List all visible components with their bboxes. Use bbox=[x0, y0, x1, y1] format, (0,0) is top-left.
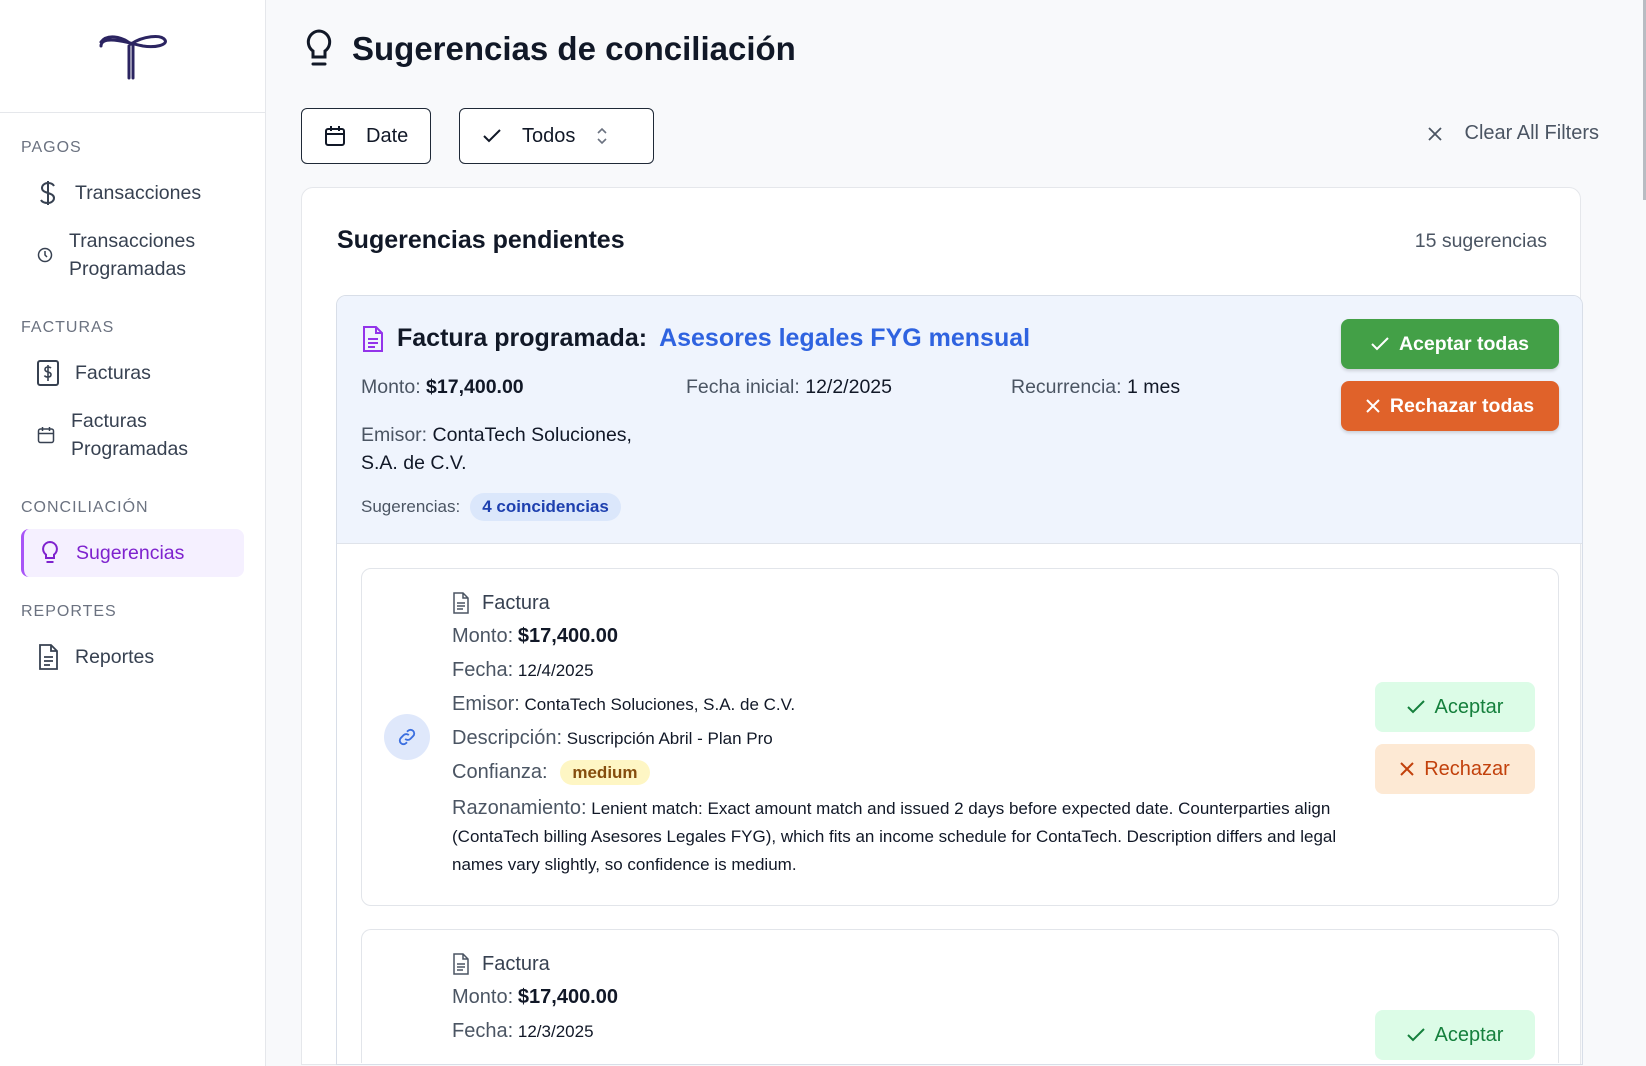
group-header: Factura programada: Asesores legales FYG… bbox=[337, 296, 1582, 544]
suggestion-fecha: Fecha: 12/3/2025 bbox=[452, 1020, 594, 1042]
main-content: Sugerencias de conciliación Date Todos C… bbox=[266, 0, 1646, 1066]
clear-all-filters-button[interactable]: Clear All Filters bbox=[1427, 122, 1599, 145]
section-reportes: REPORTES bbox=[21, 603, 117, 620]
reject-all-button[interactable]: Rechazar todas bbox=[1341, 381, 1559, 431]
sidebar-item-label: Reportes bbox=[75, 646, 155, 668]
logo[interactable] bbox=[0, 0, 265, 113]
sidebar-item-label: Transacciones bbox=[75, 182, 202, 204]
suggestion-descripcion: Descripción: Suscripción Abril - Plan Pr… bbox=[452, 727, 773, 749]
date-filter-label: Date bbox=[366, 124, 409, 147]
document-icon bbox=[453, 592, 469, 614]
sidebar-item-label: Facturas Programadas bbox=[71, 410, 189, 460]
close-icon bbox=[1400, 762, 1414, 776]
clock-icon bbox=[37, 247, 53, 263]
document-icon bbox=[39, 644, 58, 670]
reject-button[interactable]: Rechazar bbox=[1375, 744, 1535, 794]
sidebar-item-facturas-programadas[interactable]: Facturas Programadas bbox=[21, 397, 244, 473]
page-title-text: Sugerencias de conciliación bbox=[352, 30, 796, 67]
check-icon bbox=[1406, 700, 1425, 714]
suggestions-panel: Sugerencias pendientes 15 sugerencias Fa… bbox=[301, 187, 1583, 1065]
confidence-badge: medium bbox=[560, 760, 650, 785]
accept-button[interactable]: Aceptar bbox=[1375, 1010, 1535, 1060]
status-filter-label: Todos bbox=[522, 124, 576, 147]
date-filter-button[interactable]: Date bbox=[301, 108, 432, 164]
sidebar-item-transacciones-programadas[interactable]: Transacciones Programadas bbox=[21, 217, 244, 293]
check-icon bbox=[483, 129, 501, 143]
suggestion-confianza: Confianza: medium bbox=[452, 760, 1358, 785]
reject-all-label: Rechazar todas bbox=[1389, 394, 1535, 417]
scheduled-invoice-group: Factura programada: Asesores legales FYG… bbox=[336, 295, 1583, 1065]
accept-button[interactable]: Aceptar bbox=[1375, 682, 1535, 732]
group-recurrencia: Recurrencia: 1 mes bbox=[1011, 376, 1181, 398]
group-title-prefix: Factura programada: bbox=[397, 324, 648, 352]
sidebar-item-label: Sugerencias bbox=[76, 542, 185, 564]
accept-all-button[interactable]: Aceptar todas bbox=[1341, 319, 1559, 369]
suggestion-card: Factura Monto: $17,400.00 Fecha: 12/4/20… bbox=[361, 568, 1559, 906]
invoice-dollar-icon bbox=[37, 360, 59, 386]
section-conciliacion: CONCILIACIÓN bbox=[21, 499, 149, 516]
sidebar-item-reportes[interactable]: Reportes bbox=[21, 633, 244, 681]
suggestion-type: Factura bbox=[452, 591, 1358, 615]
dollar-icon bbox=[40, 181, 56, 205]
check-icon bbox=[1371, 337, 1389, 351]
close-icon bbox=[1427, 126, 1442, 141]
suggestion-emisor: Emisor: ContaTech Soluciones, S.A. de C.… bbox=[452, 693, 796, 715]
accept-all-label: Aceptar todas bbox=[1398, 332, 1530, 355]
sidebar-item-facturas[interactable]: Facturas bbox=[21, 349, 244, 397]
group-monto: Monto: $17,400.00 bbox=[361, 376, 524, 398]
link-icon bbox=[384, 714, 430, 760]
suggestion-card: Factura Monto: $17,400.00 Fecha: 12/3/20… bbox=[361, 929, 1559, 1063]
close-icon bbox=[1366, 399, 1380, 413]
calendar-icon bbox=[325, 126, 345, 146]
section-facturas: FACTURAS bbox=[21, 319, 115, 336]
group-emisor: Emisor: ContaTech Soluciones, S.A. de C.… bbox=[361, 424, 632, 474]
sidebar-item-sugerencias[interactable]: Sugerencias bbox=[21, 529, 244, 577]
clear-filters-label: Clear All Filters bbox=[1464, 122, 1599, 144]
sidebar: PAGOS Transacciones Transacciones Progra… bbox=[0, 0, 266, 1066]
page-title: Sugerencias de conciliación bbox=[304, 28, 796, 70]
document-icon bbox=[453, 953, 469, 975]
suggestion-fecha: Fecha: 12/4/2025 bbox=[452, 659, 594, 681]
lightbulb-icon bbox=[306, 29, 332, 66]
logo-icon bbox=[99, 35, 167, 80]
suggestion-monto: Monto: $17,400.00 bbox=[452, 986, 618, 1008]
suggestion-razonamiento: Razonamiento: Lenient match: Exact amoun… bbox=[452, 797, 1337, 874]
matches-badge: 4 coincidencias bbox=[470, 493, 621, 521]
suggestion-details: Factura Monto: $17,400.00 Fecha: 12/4/20… bbox=[452, 591, 1358, 888]
group-sugerencias: Sugerencias: 4 coincidencias bbox=[361, 493, 621, 521]
sidebar-item-label: Facturas bbox=[75, 362, 151, 384]
document-icon bbox=[363, 325, 383, 352]
group-title: Factura programada: Asesores legales FYG… bbox=[361, 324, 1030, 353]
chevron-up-down-icon bbox=[597, 127, 607, 145]
group-fecha: Fecha inicial: 12/2/2025 bbox=[686, 376, 892, 398]
calendar-icon bbox=[37, 427, 55, 444]
section-pagos: PAGOS bbox=[21, 139, 82, 156]
sidebar-item-label: Transacciones Programadas bbox=[69, 230, 196, 280]
suggestion-monto: Monto: $17,400.00 bbox=[452, 625, 618, 647]
suggestion-details: Factura Monto: $17,400.00 Fecha: 12/3/20… bbox=[452, 952, 1358, 1053]
scheduled-invoice-link[interactable]: Asesores legales FYG mensual bbox=[659, 324, 1030, 353]
check-icon bbox=[1406, 1028, 1425, 1042]
sidebar-item-transacciones[interactable]: Transacciones bbox=[21, 169, 244, 217]
panel-title: Sugerencias pendientes bbox=[337, 226, 625, 254]
status-filter-select[interactable]: Todos bbox=[459, 108, 654, 164]
lightbulb-icon bbox=[42, 540, 58, 563]
suggestion-count: 15 sugerencias bbox=[1414, 230, 1547, 252]
suggestion-type: Factura bbox=[452, 952, 1358, 976]
